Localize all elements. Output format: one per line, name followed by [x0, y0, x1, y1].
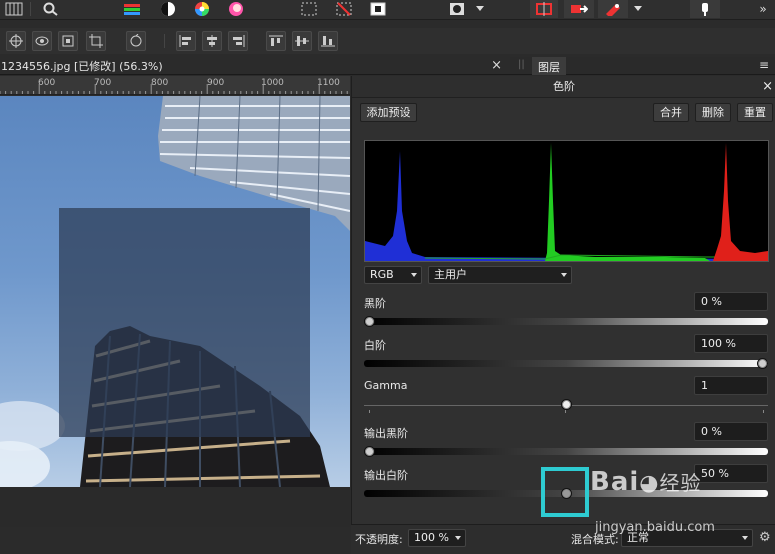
levels-panel: 色阶 × 添加预设 合并 删除 重置 RGB 主用户 黑阶 0 % 白阶 100…: [351, 76, 775, 524]
more-icon[interactable]: »: [755, 0, 771, 18]
watermark-url: jingyan.baidu.com: [595, 520, 715, 535]
chevron-down-icon: [561, 273, 567, 277]
chevron-down-icon: [411, 273, 417, 277]
output-white-input[interactable]: 50 %: [694, 464, 768, 483]
opacity-value: 100 %: [414, 531, 449, 544]
invert-selection-icon[interactable]: [366, 0, 390, 18]
contrast-icon[interactable]: [156, 0, 180, 18]
output-black-label: 输出黑阶: [364, 427, 408, 440]
document-tab[interactable]: 1234556.jpg [已修改] (56.3%) ×: [0, 57, 510, 75]
white-level-label: 白阶: [364, 339, 386, 352]
transform-icon[interactable]: [58, 31, 78, 51]
opacity-select[interactable]: 100 %: [408, 529, 466, 547]
add-preset-button[interactable]: 添加预设: [360, 103, 417, 122]
export-icon[interactable]: [564, 0, 594, 18]
watermark-logo: Bai◕经验: [590, 467, 701, 497]
output-black-handle[interactable]: [364, 446, 375, 457]
output-white-label: 输出白阶: [364, 469, 408, 482]
zoom-icon[interactable]: [40, 0, 62, 18]
gamma-handle[interactable]: [560, 399, 572, 410]
grip-icon: ||: [518, 59, 525, 70]
preset-select[interactable]: 主用户: [428, 266, 572, 284]
channel-select[interactable]: RGB: [364, 266, 422, 284]
watermark-brand-2: 经验: [659, 471, 702, 495]
close-document-icon[interactable]: ×: [491, 58, 502, 73]
chevron-down-icon: [742, 536, 748, 540]
channel-select-value: RGB: [370, 268, 394, 281]
rotate-icon[interactable]: [126, 31, 146, 51]
output-black-input[interactable]: 0 %: [694, 422, 768, 441]
align-left-icon[interactable]: [176, 31, 196, 51]
delete-button[interactable]: 删除: [695, 103, 731, 122]
levels-icon[interactable]: [120, 0, 144, 18]
context-toolbar: [0, 28, 775, 54]
gamma-label: Gamma: [364, 379, 408, 392]
gear-icon[interactable]: ⚙: [759, 530, 771, 545]
histogram-green-channel: [545, 143, 710, 261]
close-panel-icon[interactable]: ×: [762, 76, 773, 98]
mask-icon[interactable]: [446, 0, 468, 18]
merge-button[interactable]: 合并: [653, 103, 689, 122]
panel-header: 色阶 ×: [352, 76, 775, 98]
gamma-tick: [565, 410, 566, 413]
white-level-input[interactable]: 100 %: [694, 334, 768, 353]
output-black-slider[interactable]: [364, 448, 768, 455]
liquify-persona-icon[interactable]: [3, 0, 25, 18]
gamma-tick: [763, 410, 764, 413]
histogram-blue-channel: [365, 151, 768, 261]
panel-tab-bar: || 图层 ≡: [510, 57, 775, 75]
pen-dropdown-caret-icon[interactable]: [632, 0, 644, 18]
pen-icon[interactable]: [598, 0, 628, 18]
hsl-icon[interactable]: [224, 0, 248, 18]
black-level-label: 黑阶: [364, 297, 386, 310]
white-level-slider[interactable]: [364, 360, 768, 367]
panel-title: 色阶: [553, 80, 575, 93]
align-right-icon[interactable]: [228, 31, 248, 51]
black-level-handle[interactable]: [364, 316, 375, 327]
align-bottom-icon[interactable]: [318, 31, 338, 51]
color-wheel-icon[interactable]: [190, 0, 214, 18]
horizontal-ruler: 600 700 800 900 1000 1100: [0, 76, 350, 95]
mask-dropdown-caret-icon[interactable]: [474, 0, 486, 18]
main-toolbar: »: [0, 0, 775, 20]
gamma-input[interactable]: 1: [694, 376, 768, 395]
canvas-background: [0, 487, 350, 527]
paw-icon: ◕: [639, 471, 660, 496]
move-icon[interactable]: [6, 31, 26, 51]
view-icon[interactable]: [32, 31, 52, 51]
chevron-down-icon: [455, 536, 461, 540]
align-middle-icon[interactable]: [292, 31, 312, 51]
tab-layers[interactable]: 图层: [532, 57, 566, 75]
snapping-icon[interactable]: [530, 0, 558, 18]
deselect-icon[interactable]: [332, 0, 356, 18]
assistant-icon[interactable]: [690, 0, 720, 18]
histogram: [364, 140, 769, 262]
align-center-icon[interactable]: [202, 31, 222, 51]
white-level-handle[interactable]: [757, 358, 768, 369]
black-level-slider[interactable]: [364, 318, 768, 325]
document-canvas[interactable]: [0, 96, 350, 487]
preset-select-value: 主用户: [434, 268, 467, 281]
marquee-select-icon[interactable]: [297, 0, 321, 18]
panel-menu-icon[interactable]: ≡: [759, 58, 769, 72]
toolbar-divider: [164, 34, 165, 48]
document-title: 1234556.jpg [已修改] (56.3%): [1, 59, 163, 73]
histogram-red-channel: [713, 143, 768, 261]
ruler-ticks: [0, 84, 348, 94]
selection-overlay: [59, 208, 310, 437]
align-top-icon[interactable]: [266, 31, 286, 51]
crop-icon[interactable]: [86, 31, 106, 51]
toolbar-divider: [30, 2, 31, 16]
black-level-input[interactable]: 0 %: [694, 292, 768, 311]
opacity-label: 不透明度:: [355, 533, 403, 546]
watermark-brand: Bai: [590, 467, 640, 497]
gamma-tick: [369, 410, 370, 413]
highlight-box: [541, 467, 589, 517]
reset-button[interactable]: 重置: [737, 103, 773, 122]
histogram-graph: [365, 143, 768, 261]
